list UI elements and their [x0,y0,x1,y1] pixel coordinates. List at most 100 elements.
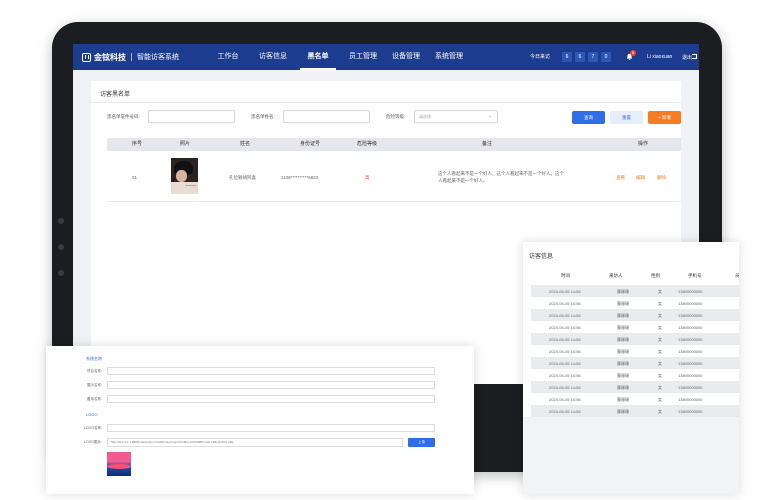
cell-gender: 女 [658,337,662,342]
column-header: 来访人 [609,273,623,278]
cell-gender: 女 [658,373,662,378]
cell-visitor: 曹珊珊 [617,385,629,390]
count-digit: 0 [601,52,611,62]
table-row[interactable]: 2024-06-05 14:56 曹珊珊 女 13800000000 [531,309,739,321]
nav-system[interactable]: 系统管理 [429,44,469,70]
cell-gender: 女 [658,313,662,318]
visitor-photo [171,158,198,194]
field-label: 备用名称: [87,397,102,401]
nav-staff[interactable]: 员工管理 [343,44,383,70]
project-name-input[interactable] [107,367,435,375]
view-link[interactable]: 查看 [616,175,625,181]
notification-badge: 5 [630,50,636,56]
table-row[interactable]: 2024-06-05 14:56 曹珊珊 女 13800000000 [531,297,739,309]
cell-visitor: 曹珊珊 [617,337,629,342]
cell-visitor: 曹珊珊 [617,313,629,318]
name-filter-label: 黑名单姓名: [251,114,275,119]
cell-phone: 13800000000 [678,385,703,390]
cell-gender: 女 [658,409,662,414]
divider [91,102,681,103]
cell-phone: 13800000000 [678,397,703,402]
page-title: 访客黑名单 [100,92,131,98]
cell-gender: 女 [658,349,662,354]
nav-visitor-info[interactable]: 访客信息 [253,44,293,70]
table-header: 时间 来访人 性别 手机号 员 [531,270,739,283]
table-row[interactable]: 2024-06-05 14:56 曹珊珊 女 13800000000 [531,381,739,393]
table-header: 序号 照片 姓名 身份证号 危险等级 备注 操作 [107,138,681,151]
table-row[interactable]: 2024-06-05 14:56 曹珊珊 女 13800000000 [531,357,739,369]
today-visits-label: 今日来访 [530,54,551,60]
row-index: 01 [132,175,138,180]
table-row[interactable]: 2024-06-05 14:56 曹珊珊 女 13800000000 [531,345,739,357]
tablet-side-button [58,270,64,276]
system-settings-card: 系统名称 项目名称: 展示名称: 备用名称: LOGO LOGO名称: LOGO… [46,346,474,494]
brand: 金铉科技 智能访客系统 [82,51,179,63]
cell-gender: 女 [658,325,662,330]
tablet-side-button [58,218,64,224]
cell-time: 2024-06-05 14:56 [549,361,581,366]
table-row[interactable]: 2024-06-05 14:56 曹珊珊 女 13800000000 [531,405,739,417]
logout-button[interactable]: 退出 [682,54,692,61]
nav-workbench[interactable]: 工作台 [210,44,246,70]
cell-phone: 13800000000 [678,289,703,294]
cell-time: 2024-06-05 14:56 [549,325,581,330]
cell-gender: 女 [658,301,662,306]
table-row[interactable]: 01 孔位颖胡阿喜 1108**********6823 高 这个人看起来不是一… [107,151,681,202]
cell-visitor: 曹珊珊 [617,325,629,330]
logo-icon [82,52,91,62]
table-row[interactable]: 2024-06-05 14:56 曹珊珊 女 13800000000 [531,285,739,297]
display-name-input[interactable] [107,381,435,389]
cell-time: 2024-06-05 14:56 [549,385,581,390]
cell-time: 2024-06-05 14:56 [549,337,581,342]
cell-phone: 13800000000 [678,325,703,330]
add-button[interactable]: + 新增 [648,111,681,124]
table-row[interactable]: 2024-06-05 14:56 曹珊珊 女 13800000000 [531,369,739,381]
cell-time: 2024-06-05 14:56 [549,313,581,318]
table-row[interactable]: 2024-06-05 14:56 曹珊珊 女 13800000000 [531,393,739,405]
table-row[interactable]: 2024-06-05 14:56 曹珊珊 女 13800000000 [531,333,739,345]
delete-link[interactable]: 删除 [657,175,666,181]
backup-name-input[interactable] [107,395,435,403]
level-placeholder: 请选择 [419,114,431,119]
cell-phone: 13800000000 [678,313,703,318]
row-name: 孔位颖胡阿喜 [229,175,256,180]
logout-icon[interactable] [692,54,697,59]
nav-blacklist[interactable]: 黑名单 [300,44,336,70]
level-filter-label: 危险等级: [386,114,406,119]
cell-phone: 13800000000 [678,349,703,354]
cell-phone: 13800000000 [678,409,703,414]
column-header: 序号 [131,141,142,147]
count-digit: 6 [562,52,572,62]
name-filter-input[interactable] [283,110,370,123]
column-header: 身份证号 [299,141,320,147]
id-filter-label: 黑名单证件号码: [107,114,140,119]
reset-button[interactable]: 重置 [610,111,643,124]
row-remark: 这个人看起来不是一个好人。这个人看起来不是一个好人。这个人看起来不是一个好人。 [438,171,564,183]
cell-visitor: 曹珊珊 [617,289,629,294]
column-header: 姓名 [239,141,250,147]
upload-button[interactable]: 上传 [408,438,435,447]
user-name[interactable]: Li xiaoxuan [647,54,672,60]
cell-visitor: 曹珊珊 [617,349,629,354]
column-header: 照片 [179,141,190,147]
column-header: 时间 [561,273,570,278]
table-row[interactable]: 2024-06-05 14:56 曹珊珊 女 13800000000 [531,321,739,333]
id-filter-input[interactable] [148,110,235,123]
logo-name-input[interactable] [107,424,435,432]
nav-devices[interactable]: 设备管理 [386,44,426,70]
chevron-down-icon: ⌄ [487,113,492,119]
tablet-side-button [58,244,64,250]
row-id-number: 1108**********6823 [281,175,319,180]
search-button[interactable]: 查询 [572,111,605,124]
cell-time: 2024-06-05 14:56 [549,349,581,354]
cell-visitor: 曹珊珊 [617,301,629,306]
logo-url-input[interactable]: http://127.0.1.1:8080/static/index.html#… [107,438,403,447]
cell-gender: 女 [658,397,662,402]
card-title: 访客信息 [529,254,554,260]
column-header: 危险等级 [356,141,377,147]
cell-phone: 13800000000 [678,301,703,306]
level-filter-select[interactable]: 请选择 ⌄ [414,110,498,123]
field-label: LOGO名称: [83,426,102,430]
cell-visitor: 曹珊珊 [617,373,629,378]
edit-link[interactable]: 编辑 [636,175,645,181]
